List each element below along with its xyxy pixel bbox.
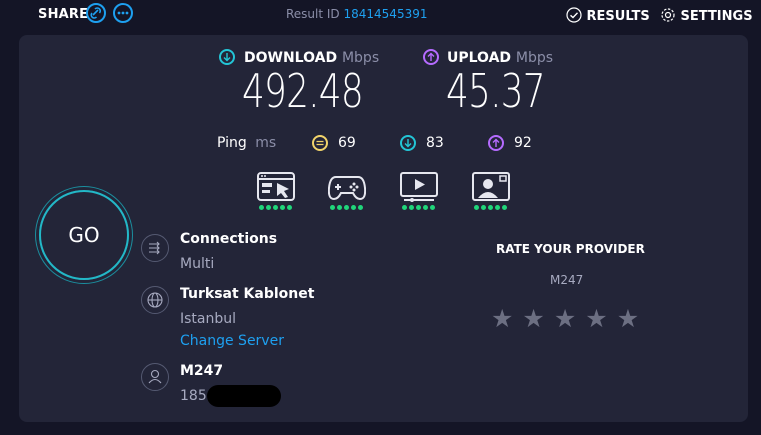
star-icon[interactable]: ★: [585, 306, 607, 331]
download-value: 492.48: [242, 64, 364, 118]
download-arrow-icon: [219, 49, 235, 65]
connections-title: Connections: [180, 231, 278, 247]
change-server-link[interactable]: Change Server: [180, 333, 284, 349]
streaming-icon: [400, 172, 438, 202]
server-location: Istanbul: [180, 311, 237, 327]
ping-upload-value: 92: [514, 135, 532, 151]
upload-arrow-icon: [423, 49, 439, 65]
more-icon[interactable]: [113, 3, 133, 23]
ping-label-text: Ping: [217, 135, 247, 151]
go-button[interactable]: GO: [39, 190, 129, 280]
star-icon[interactable]: ★: [522, 306, 544, 331]
rate-provider-name: M247: [550, 273, 584, 287]
ping-label: Ping ms: [217, 135, 276, 151]
browsing-rating: [259, 205, 292, 210]
redaction-mark: [207, 385, 281, 407]
link-icon[interactable]: [86, 3, 106, 23]
isp-name: M247: [180, 363, 224, 379]
gaming-icon: [327, 172, 367, 202]
server-name: Turksat Kablonet: [180, 286, 315, 302]
result-id-value[interactable]: 18414545391: [344, 7, 428, 21]
ping-download-icon: [400, 135, 416, 151]
rate-heading: RATE YOUR PROVIDER: [496, 242, 645, 256]
star-icon[interactable]: ★: [554, 306, 576, 331]
user-icon: [141, 363, 169, 391]
top-bar: SHARE Result ID 18414545391 RESULTS SETT…: [0, 0, 761, 30]
gear-icon: [661, 8, 675, 22]
star-icon[interactable]: ★: [617, 306, 639, 331]
upload-value: 45.37: [446, 64, 546, 118]
results-label: RESULTS: [586, 9, 650, 24]
settings-button[interactable]: SETTINGS: [660, 7, 753, 24]
ping-idle-icon: [312, 135, 328, 151]
video-call-icon: [472, 172, 510, 202]
share-label: SHARE: [38, 7, 89, 22]
ping-unit: ms: [255, 135, 277, 151]
browsing-icon: [257, 172, 295, 202]
result-id-label: Result ID: [286, 7, 340, 21]
connections-icon: [141, 234, 169, 262]
ping-upload-icon: [488, 135, 504, 151]
settings-label: SETTINGS: [680, 9, 753, 24]
video-call-rating: [474, 205, 507, 210]
connections-value: Multi: [180, 256, 215, 272]
ping-download-value: 83: [426, 135, 444, 151]
streaming-rating: [402, 205, 435, 210]
result-id: Result ID 18414545391: [286, 7, 427, 21]
gaming-rating: [330, 205, 363, 210]
star-icon[interactable]: ★: [491, 306, 513, 331]
results-button[interactable]: RESULTS: [566, 7, 650, 24]
check-circle-icon: [566, 7, 582, 23]
rating-stars: ★ ★ ★ ★ ★: [491, 306, 639, 331]
ping-idle-value: 69: [338, 135, 356, 151]
go-label: GO: [68, 223, 100, 247]
globe-icon: [141, 286, 169, 314]
share-button[interactable]: SHARE: [38, 7, 88, 22]
